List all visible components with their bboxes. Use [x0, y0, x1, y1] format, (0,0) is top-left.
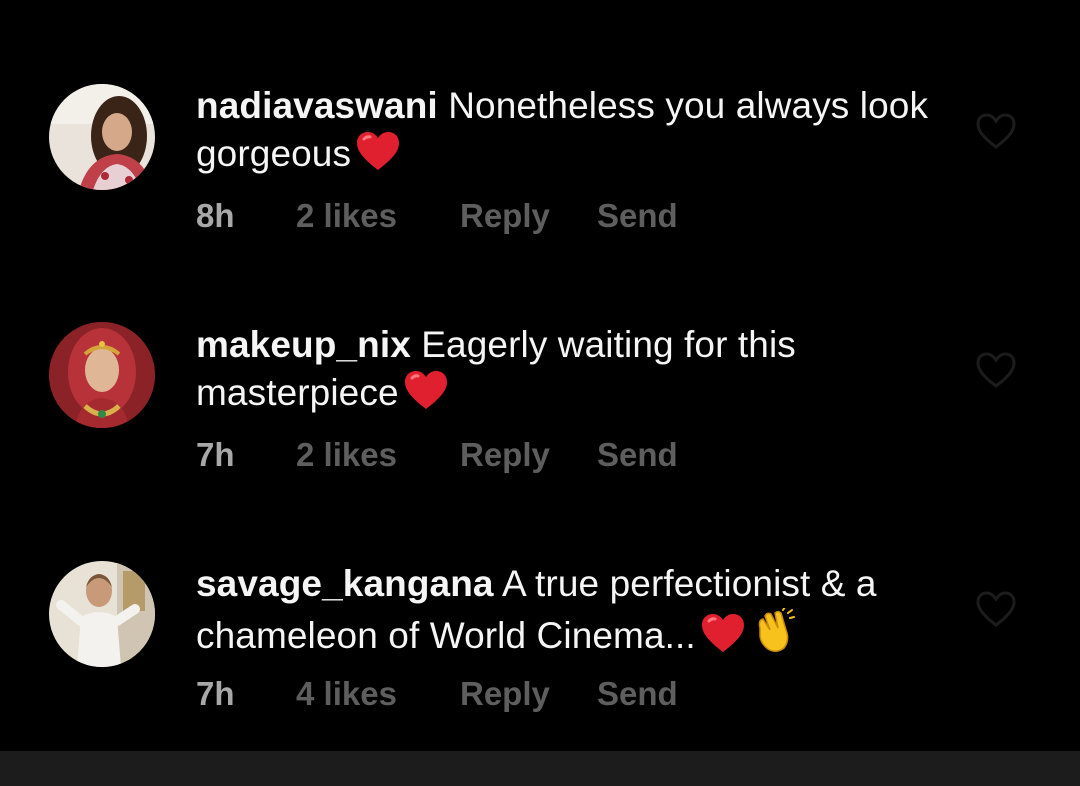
send-button[interactable]: Send [597, 196, 678, 236]
heart-outline-icon[interactable] [975, 590, 1017, 628]
comment-text: nadiavaswani Nonetheless you always look… [196, 82, 936, 184]
comment-text: makeup_nix Eagerly waiting for this mast… [196, 321, 936, 423]
reply-button[interactable]: Reply [460, 674, 550, 714]
avatar[interactable] [49, 322, 155, 428]
avatar-image [49, 561, 155, 667]
clapping-hands-icon [750, 606, 796, 666]
comment-item: makeup_nix Eagerly waiting for this mast… [0, 319, 1080, 479]
comment-username[interactable]: makeup_nix [196, 324, 411, 365]
send-button[interactable]: Send [597, 674, 678, 714]
heart-outline-icon[interactable] [975, 112, 1017, 150]
comment-timestamp: 8h [196, 197, 235, 234]
red-heart-icon [403, 369, 449, 423]
avatar-image [49, 322, 155, 428]
comment-item: nadiavaswani Nonetheless you always look… [0, 80, 1080, 240]
avatar[interactable] [49, 84, 155, 190]
red-heart-icon [700, 612, 746, 666]
red-heart-icon [355, 130, 401, 184]
bottom-bar [0, 751, 1080, 786]
avatar[interactable] [49, 561, 155, 667]
send-button[interactable]: Send [597, 435, 678, 475]
likes-count-link[interactable]: 4 likes [296, 674, 397, 714]
comment-username[interactable]: savage_kangana [196, 563, 494, 604]
reply-button[interactable]: Reply [460, 196, 550, 236]
comment-timestamp: 7h [196, 675, 235, 712]
avatar-image [49, 84, 155, 190]
comment-timestamp: 7h [196, 436, 235, 473]
heart-outline-icon[interactable] [975, 351, 1017, 389]
reply-button[interactable]: Reply [460, 435, 550, 475]
likes-count-link[interactable]: 2 likes [296, 435, 397, 475]
comment-username[interactable]: nadiavaswani [196, 85, 438, 126]
comment-text: savage_kangana A true perfectionist & a … [196, 560, 936, 666]
comment-item: savage_kangana A true perfectionist & a … [0, 558, 1080, 718]
likes-count-link[interactable]: 2 likes [296, 196, 397, 236]
